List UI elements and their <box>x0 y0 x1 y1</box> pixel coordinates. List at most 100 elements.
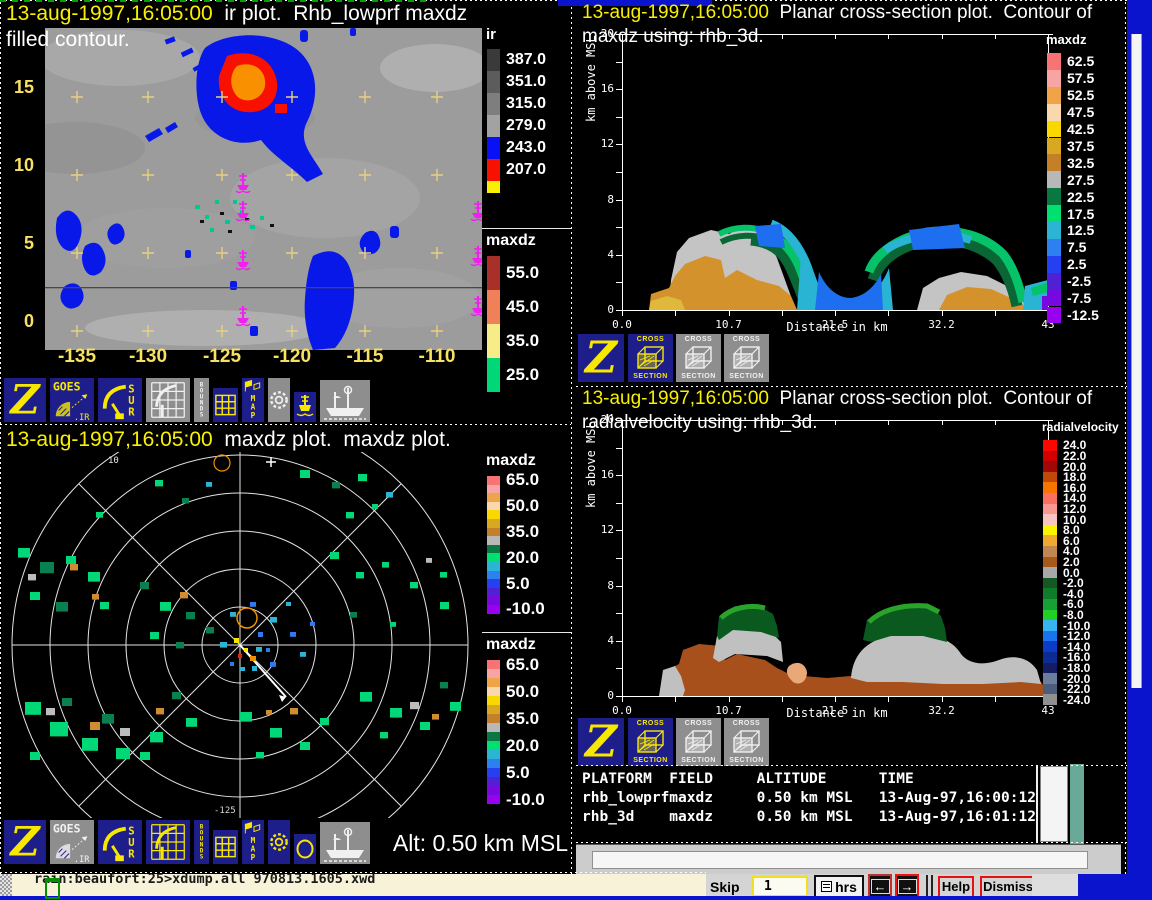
title-text: Planar cross-section plot. Contour of <box>769 388 1093 409</box>
y-tick <box>616 475 622 477</box>
toolbar-button-z[interactable]: Z <box>4 378 46 422</box>
toolbar-button-buoy[interactable] <box>294 392 316 422</box>
divider <box>926 875 928 898</box>
svg-text:M: M <box>251 394 256 403</box>
table-divider <box>1036 766 1038 842</box>
y-tick-label: 4 <box>607 247 614 261</box>
cube-icon <box>636 346 664 369</box>
help-button[interactable]: Help <box>938 876 974 898</box>
radar-ppi-display[interactable] <box>0 452 480 818</box>
toolbar-button-z[interactable]: Z <box>578 718 624 766</box>
hrs-button[interactable]: hrs <box>814 875 864 898</box>
table-scrollbar[interactable] <box>1040 766 1068 842</box>
colorbar-value: 62.5 <box>1067 53 1095 70</box>
cross-section-button[interactable]: CROSS SECTION <box>628 718 673 766</box>
colorbar-segment <box>1043 482 1057 493</box>
x-tick <box>781 310 783 316</box>
toolbar-button-goes[interactable]: GOES .IR <box>50 820 94 864</box>
colorbar-segment <box>1043 535 1057 546</box>
toolbar-button-gear[interactable] <box>268 378 290 422</box>
toolbar-button-sur[interactable]: SUR <box>98 378 142 422</box>
cross-section-button[interactable]: CROSS SECTION <box>628 334 673 382</box>
colorbar-segment <box>487 519 500 528</box>
cross-section-contours[interactable] <box>623 420 1048 696</box>
colorbar-segment <box>487 137 500 159</box>
colorbar-segment <box>1043 471 1057 483</box>
colorbar-value: 65.0 <box>506 654 540 674</box>
colorbar-segment <box>1047 205 1061 222</box>
map-icon: MAP <box>244 821 261 862</box>
svg-text:R: R <box>128 406 135 418</box>
colorbar-segment <box>487 71 500 93</box>
toolbar-button-circle[interactable] <box>294 834 316 864</box>
toolbar-button-sgrid[interactable] <box>213 388 238 422</box>
toolbar-button-gear[interactable] <box>268 820 290 864</box>
cross-section-button[interactable]: CROSS SECTION <box>676 334 721 382</box>
svg-text:R: R <box>128 848 135 860</box>
toolbar-button-ship[interactable] <box>320 822 370 864</box>
cross-section-button[interactable]: CROSS SECTION <box>724 334 769 382</box>
colorbar-value: 351.0 <box>506 73 547 90</box>
colorbar-segment <box>1043 577 1057 589</box>
svg-text:M: M <box>251 836 256 845</box>
x-tick <box>835 34 836 39</box>
lon-tick-label: -115 <box>346 346 384 367</box>
side-scrollbar[interactable] <box>1131 34 1142 688</box>
y-tick-label: 0 <box>607 303 614 316</box>
toolbar-button-z[interactable]: Z <box>4 820 46 864</box>
toolbar-button-bounds[interactable]: BOUNDS <box>194 820 209 864</box>
colorbar-segment <box>487 669 500 678</box>
x-tick <box>994 310 996 316</box>
toolbar-ppi: Z GOES .IR S U R B O U N D S M A P <box>0 818 572 866</box>
toolbar-button-map[interactable]: MAP <box>242 820 264 864</box>
y-tick <box>616 254 622 256</box>
cross-section-button[interactable]: CROSS SECTION <box>724 718 769 766</box>
lon-tick-label: -130 <box>128 346 168 367</box>
toolbar-button-goes[interactable]: GOES .IR <box>50 378 94 422</box>
title-text: Planar cross-section plot. Contour of <box>769 2 1093 23</box>
lon-tick-label: -110 <box>418 346 456 367</box>
scrollbar-trough[interactable] <box>592 851 1088 869</box>
toolbar-button-griddish[interactable] <box>146 820 190 864</box>
cross-section-contours[interactable] <box>623 34 1048 310</box>
svg-text:S: S <box>200 854 204 861</box>
x-tick <box>835 696 836 702</box>
toolbar-button-sur[interactable]: SUR <box>98 820 142 864</box>
colorbar-value: 37.5 <box>1067 137 1095 154</box>
main-graphics-area: 13-aug-1997,16:05:00 ir plot. Rhb_lowprf… <box>0 0 1127 874</box>
x-tick-label: 10.7 <box>715 318 742 331</box>
colorbar-segment <box>487 510 500 519</box>
colorbar-divider <box>482 632 572 633</box>
y-tick <box>616 172 622 173</box>
toolbar-button-bounds[interactable]: BOUNDS <box>194 378 209 422</box>
colorbar-segment <box>1047 86 1061 104</box>
colorbar-title: maxdz <box>486 232 536 249</box>
colorbar-value: 2.5 <box>1067 256 1087 273</box>
toolbar-button-griddish[interactable] <box>146 378 190 422</box>
toolbar-button-ship[interactable] <box>320 380 370 422</box>
colorbar-segment <box>1047 154 1061 172</box>
toolbar-button-map[interactable]: MAP <box>242 378 264 422</box>
lat-tick-label: 5 <box>23 233 34 253</box>
arrow-right-icon: → <box>897 879 917 894</box>
cube-icon <box>732 346 760 369</box>
colorbar-value: 207.0 <box>506 161 547 178</box>
z-icon: Z <box>8 378 41 422</box>
section-label: SECTION <box>633 757 668 764</box>
colorbar-segment <box>1043 514 1057 525</box>
colorbar-segment <box>487 290 500 324</box>
x-tick <box>941 696 943 702</box>
toolbar-button-sgrid[interactable] <box>213 830 238 864</box>
dismiss-button[interactable]: Dismiss <box>980 876 1036 898</box>
colorbar-segment <box>487 768 500 777</box>
colorbar-value: -10.0 <box>506 789 545 809</box>
colorbar-segment <box>1043 620 1057 631</box>
circle-icon <box>296 839 314 859</box>
y-tick <box>616 227 622 229</box>
satellite-map[interactable] <box>45 28 482 350</box>
toolbar-button-z[interactable]: Z <box>578 334 624 382</box>
colorbar-value: 35.0 <box>506 521 540 541</box>
cross-section-button[interactable]: CROSS SECTION <box>676 718 721 766</box>
svg-text:GOES: GOES <box>53 821 81 835</box>
skip-value-input[interactable] <box>752 876 808 897</box>
